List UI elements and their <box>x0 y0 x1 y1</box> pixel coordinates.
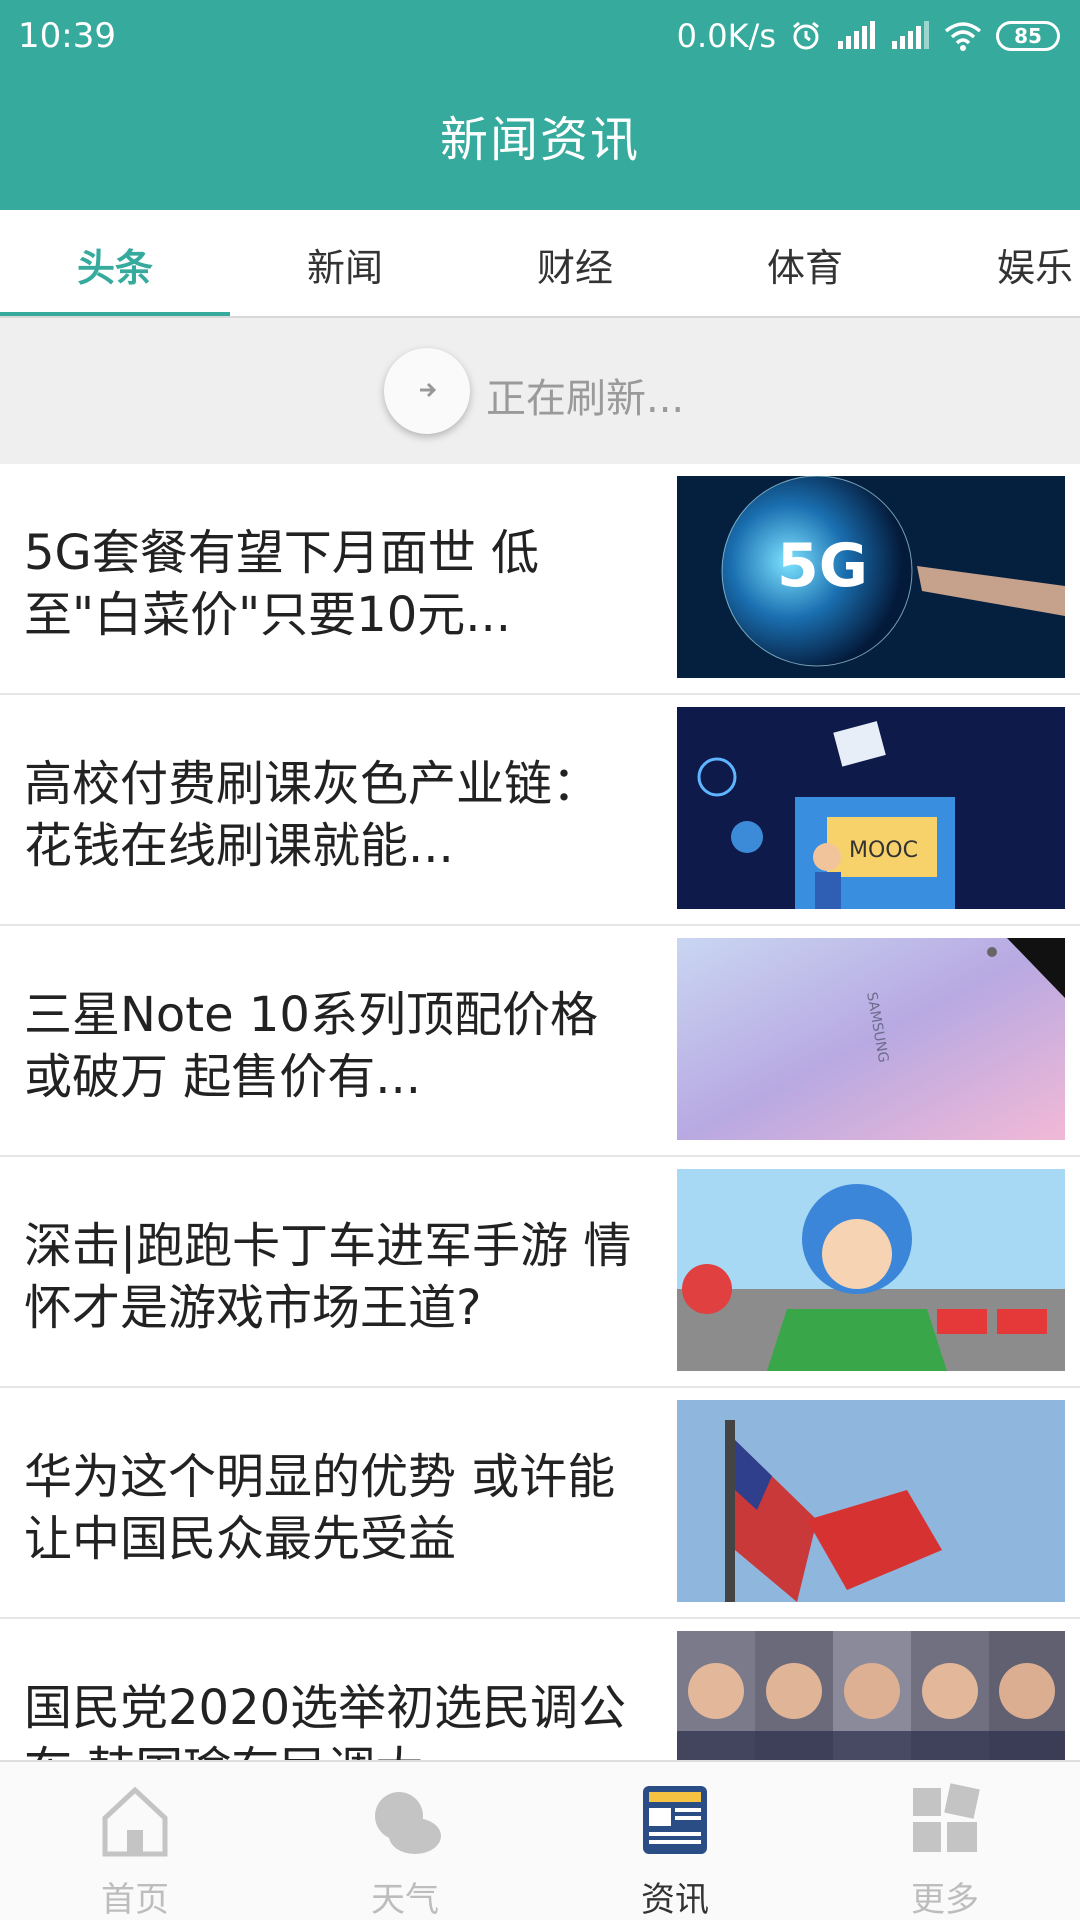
news-title: 高校付费刷课灰色产业链：花钱在线刷课就能... <box>24 756 601 874</box>
news-thumbnail-phone: SAMSUNG <box>677 938 1065 1140</box>
news-item[interactable]: 深击|跑跑卡丁车进军手游 情怀才是游戏市场王道? <box>0 1157 1080 1388</box>
signal-icon <box>836 21 876 51</box>
news-thumbnail-flags <box>677 1400 1065 1602</box>
nav-weather[interactable]: 天气 <box>270 1762 540 1920</box>
bottom-navigation: 首页 天气 资讯 更多 <box>0 1760 1080 1920</box>
news-title: 5G套餐有望下月面世 低至"白菜价"只要10元... <box>24 525 539 643</box>
wifi-icon <box>944 21 982 51</box>
nav-more[interactable]: 更多 <box>810 1762 1080 1920</box>
news-list: 5G套餐有望下月面世 低至"白菜价"只要10元... 5G 高校付费刷课灰色产业… <box>0 464 1080 1760</box>
news-item[interactable]: 华为这个明显的优势 或许能让中国民众最先受益 <box>0 1388 1080 1619</box>
tab-finance[interactable]: 财经 <box>475 210 675 316</box>
news-thumbnail-politicians <box>677 1631 1065 1760</box>
news-item[interactable]: 高校付费刷课灰色产业链：花钱在线刷课就能... MOOC <box>0 695 1080 926</box>
nav-home[interactable]: 首页 <box>0 1762 270 1920</box>
status-time: 10:39 <box>18 16 116 56</box>
refresh-spinner-icon <box>384 348 470 434</box>
tab-news[interactable]: 新闻 <box>245 210 445 316</box>
nav-label: 天气 <box>371 1880 439 1920</box>
news-icon <box>635 1780 715 1860</box>
battery-indicator: 85 <box>996 21 1060 51</box>
nav-label: 首页 <box>101 1880 169 1920</box>
app-bar: 10:39 0.0K/s 85 新闻资讯 <box>0 0 1080 210</box>
signal-icon-2 <box>890 21 930 51</box>
more-icon <box>905 1780 985 1860</box>
status-bar: 10:39 0.0K/s 85 <box>0 0 1080 75</box>
pull-refresh-area: 正在刷新... <box>0 318 1080 464</box>
category-tabs: 头条 新闻 财经 体育 娱乐 <box>0 210 1080 318</box>
network-speed: 0.0K/s <box>676 17 776 55</box>
tab-indicator <box>0 312 230 316</box>
home-icon <box>95 1780 175 1860</box>
svg-text:MOOC: MOOC <box>849 838 918 863</box>
news-title: 深击|跑跑卡丁车进军手游 情怀才是游戏市场王道? <box>24 1218 632 1336</box>
news-thumbnail-mooc: MOOC <box>677 707 1065 909</box>
nav-news[interactable]: 资讯 <box>540 1762 810 1920</box>
nav-label: 更多 <box>911 1880 979 1920</box>
news-item[interactable]: 三星Note 10系列顶配价格或破万 起售价有... SAMSUNG <box>0 926 1080 1157</box>
tab-sports[interactable]: 体育 <box>705 210 905 316</box>
news-thumbnail-kart <box>677 1169 1065 1371</box>
refresh-text: 正在刷新... <box>486 376 685 422</box>
svg-text:5G: 5G <box>777 531 868 601</box>
weather-icon <box>365 1780 445 1860</box>
news-thumbnail-5g: 5G <box>677 476 1065 678</box>
news-item[interactable]: 国民党2020选举初选民调公布 韩国瑜有民调大... <box>0 1619 1080 1760</box>
status-icons: 0.0K/s 85 <box>677 14 1060 58</box>
tab-headlines[interactable]: 头条 <box>15 210 215 316</box>
news-title: 华为这个明显的优势 或许能让中国民众最先受益 <box>24 1449 616 1567</box>
nav-label: 资讯 <box>641 1880 709 1920</box>
page-title: 新闻资讯 <box>439 112 640 168</box>
alarm-icon <box>790 20 822 52</box>
news-title: 三星Note 10系列顶配价格或破万 起售价有... <box>24 987 598 1105</box>
news-item[interactable]: 5G套餐有望下月面世 低至"白菜价"只要10元... 5G <box>0 464 1080 695</box>
tab-entertainment[interactable]: 娱乐 <box>935 210 1080 316</box>
news-title: 国民党2020选举初选民调公布 韩国瑜有民调大... <box>24 1680 627 1760</box>
